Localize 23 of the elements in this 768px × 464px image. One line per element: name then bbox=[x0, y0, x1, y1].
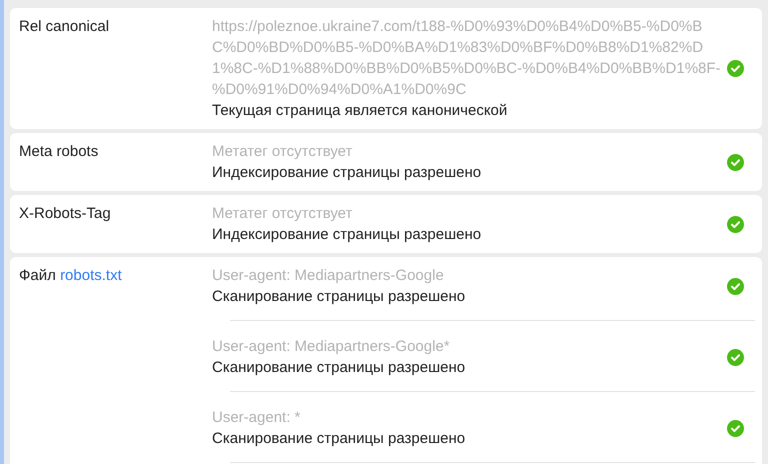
entry-status: Текущая страница является канонической bbox=[212, 101, 508, 121]
check-icon bbox=[727, 278, 744, 294]
entry-status: Сканирование страницы разрешено bbox=[212, 287, 466, 307]
entry-value: User-agent: Mediapartners-Google* bbox=[212, 337, 451, 357]
check-icon bbox=[727, 154, 744, 170]
row-label: Файл robots.txt bbox=[19, 267, 122, 284]
entry-status: Индексирование страницы разрешено bbox=[212, 163, 482, 183]
entry-status: Сканирование страницы разрешено bbox=[212, 358, 466, 378]
row-label: X-Robots-Tag bbox=[19, 205, 111, 222]
entry-value: Метатег отсутствует bbox=[212, 142, 354, 162]
check-icon bbox=[727, 60, 744, 77]
entry-value: User-agent: Mediapartners-Google bbox=[212, 266, 445, 286]
check-icon bbox=[727, 216, 744, 232]
entry-status: Сканирование страницы разрешено bbox=[212, 429, 466, 449]
entry-value: Метатег отсутствует bbox=[212, 204, 354, 224]
row-label: Rel canonical bbox=[19, 18, 110, 35]
entry-status: Индексирование страницы разрешено bbox=[212, 225, 482, 245]
entry-value: User-agent: * bbox=[212, 408, 302, 428]
robots-link[interactable]: robots.txt bbox=[60, 267, 122, 284]
row-label: Meta robots bbox=[19, 143, 98, 160]
check-icon bbox=[727, 420, 744, 436]
entry-value: https://poleznoe.ukraine7.com/t188-%D0%93%D0%B4%D0%B5-%D0%BC%D0%BD%D0%B5-%D0%BA%D1%83%D0%BF%D0%B8%D1%82%D1%8C-%D1%88%D0%BB%D0%B5%D0%BC-%D0%B4%D0%BB%D1%8F-%D0%91%D0%94%D0%A1%D0%9C bbox=[212, 17, 722, 100]
check-icon bbox=[727, 348, 744, 366]
